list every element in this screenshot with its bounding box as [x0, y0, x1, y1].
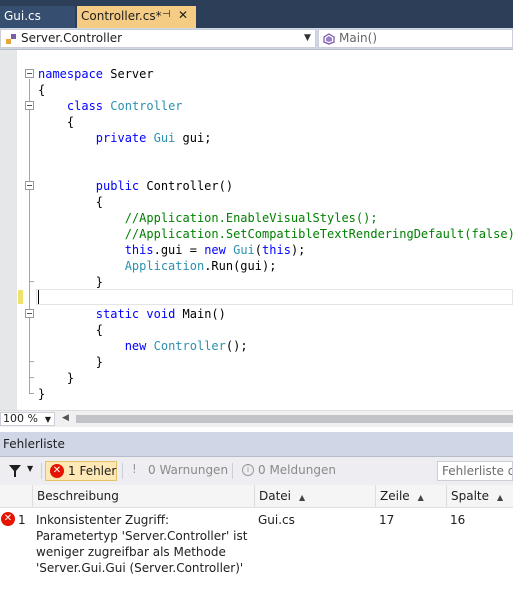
column-header-file[interactable]: Datei ▲	[254, 485, 375, 508]
code-line: this.gui = new Gui(this);	[124, 243, 306, 257]
error-icon: ✕	[50, 464, 64, 478]
search-placeholder: Fehlerliste durchsuchen	[442, 464, 512, 478]
column-header-column[interactable]: Spalte ▲	[446, 485, 513, 508]
row-index: 1	[18, 513, 26, 527]
error-list-search-input[interactable]: Fehlerliste durchsuchen	[437, 461, 513, 481]
type-dropdown-value: Server.Controller	[21, 31, 123, 45]
sort-up-icon: ▲	[299, 493, 306, 502]
toolbar-separator	[122, 463, 123, 479]
member-dropdown[interactable]: Main()	[318, 29, 513, 48]
code-line: Application.Run(gui);	[124, 259, 277, 273]
code-line: new Controller();	[124, 339, 248, 353]
code-line: static void Main()	[95, 307, 226, 321]
tab-label: Controller.cs*	[81, 9, 162, 23]
error-list-toolbar: ▼ ✕ 1 Fehler ! 0 Warnungen i 0 Meldungen…	[0, 457, 513, 485]
outline-line	[29, 319, 30, 361]
outline-line	[29, 191, 30, 281]
code-line: private Gui gui;	[95, 131, 212, 145]
toolbar-separator	[41, 463, 42, 479]
outline-end	[29, 377, 34, 378]
editor-status-scrollbar: 100 % ▼ ◀	[0, 410, 513, 427]
collapse-class-icon[interactable]	[25, 101, 34, 110]
filter-button[interactable]: ▼	[3, 461, 39, 481]
tab-label: Gui.cs	[4, 9, 41, 23]
close-icon[interactable]: ✕	[178, 8, 188, 22]
chevron-down-icon: ▼	[27, 464, 34, 473]
class-icon	[6, 34, 16, 44]
column-header-description-label: Beschreibung	[37, 489, 119, 503]
pin-icon[interactable]: ⊣	[162, 9, 171, 20]
tab-controller-cs[interactable]: Controller.cs* ⊣ ✕	[77, 6, 196, 28]
outline-end	[29, 393, 34, 394]
zoom-dropdown[interactable]: 100 % ▼	[0, 412, 55, 426]
column-header-line-label: Zeile	[380, 489, 410, 503]
code-line: {	[38, 195, 104, 209]
column-header-column-label: Spalte	[451, 489, 490, 503]
code-editor[interactable]: namespace Server { class Controller { pr…	[0, 50, 513, 410]
text-caret	[38, 290, 39, 304]
scroll-left-arrow-icon[interactable]: ◀	[62, 413, 69, 423]
column-header-line[interactable]: Zeile ▲	[375, 485, 446, 508]
warning-icon: !	[132, 462, 137, 476]
column-header-description[interactable]: Beschreibung	[32, 485, 254, 508]
messages-count-label: 0 Meldungen	[258, 463, 336, 477]
zoom-value: 100 %	[3, 412, 38, 425]
member-dropdown-value: Main()	[339, 31, 378, 45]
column-header-file-label: Datei	[259, 489, 292, 503]
error-list-header: Beschreibung Datei ▲ Zeile ▲ Spalte ▲	[0, 485, 513, 508]
code-line: //Application.SetCompatibleTextRendering…	[124, 227, 513, 241]
row-column: 16	[450, 513, 466, 527]
row-file: Gui.cs	[258, 513, 295, 527]
error-icon: ✕	[1, 512, 15, 526]
sort-up-icon: ▲	[497, 493, 504, 502]
type-dropdown[interactable]: Server.Controller ▼	[0, 29, 316, 48]
code-line: //Application.EnableVisualStyles();	[124, 211, 378, 225]
horizontal-scrollbar-thumb[interactable]	[76, 415, 513, 423]
code-line: {	[38, 115, 75, 129]
code-line: {	[38, 323, 104, 337]
code-line: }	[38, 355, 104, 369]
messages-filter-toggle[interactable]: i 0 Meldungen	[238, 461, 336, 481]
info-icon: i	[242, 464, 254, 476]
toolbar-separator	[232, 463, 233, 479]
column-header-index[interactable]	[0, 485, 32, 508]
current-line-highlight	[36, 289, 513, 305]
document-tab-bar: Gui.cs Controller.cs* ⊣ ✕	[0, 0, 513, 28]
code-line: class Controller	[66, 99, 183, 113]
error-list-title: Fehlerliste	[0, 432, 513, 457]
change-marker	[18, 290, 23, 304]
warnings-count-label: 0 Warnungen	[148, 463, 229, 477]
error-list-title-text: Fehlerliste	[3, 437, 65, 451]
errors-filter-toggle[interactable]: ✕ 1 Fehler	[45, 461, 117, 481]
outline-end	[29, 361, 34, 362]
navigation-bar: Server.Controller ▼ Main()	[0, 28, 513, 50]
method-icon	[323, 33, 335, 45]
code-line: {	[38, 83, 46, 97]
collapse-constructor-icon[interactable]	[25, 181, 34, 190]
filter-icon	[9, 465, 21, 477]
outline-end	[29, 281, 34, 282]
collapse-main-icon[interactable]	[25, 309, 34, 318]
error-list-panel: Fehlerliste ▼ ✕ 1 Fehler ! 0 Warnungen i…	[0, 432, 513, 595]
code-line: }	[38, 275, 104, 289]
code-line: public Controller()	[95, 179, 234, 193]
collapse-namespace-icon[interactable]	[25, 69, 34, 78]
code-line: namespace Server	[38, 67, 154, 81]
row-description: Inkonsistenter Zugriff: Parametertyp 'Se…	[36, 513, 248, 575]
editor-gutter	[0, 50, 17, 410]
errors-count-label: 1 Fehler	[68, 464, 117, 478]
sort-up-icon: ▲	[417, 493, 424, 502]
chevron-down-icon: ▼	[44, 415, 51, 424]
warnings-filter-toggle[interactable]: ! 0 Warnungen	[128, 461, 229, 481]
chevron-down-icon: ▼	[304, 33, 311, 43]
row-line: 17	[379, 513, 395, 527]
code-line: }	[38, 371, 75, 385]
code-line: }	[38, 387, 46, 401]
table-row[interactable]: ✕ 1 Inkonsistenter Zugriff: Parametertyp…	[0, 508, 513, 575]
tab-gui-cs[interactable]: Gui.cs	[0, 6, 75, 28]
